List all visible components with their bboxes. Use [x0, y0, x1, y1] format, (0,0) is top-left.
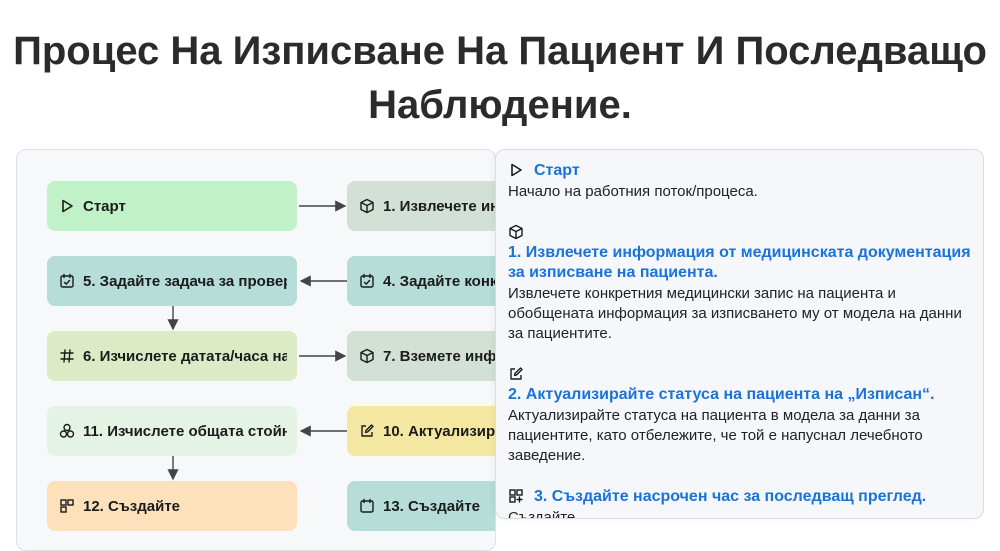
cluster-icon: [59, 423, 75, 439]
step-description: Извлечете конкретния медицински запис на…: [508, 285, 962, 342]
node-6[interactable]: 6. Изчислете датата/часа на прегледа: [47, 331, 297, 381]
play-icon: [508, 161, 524, 179]
node-7[interactable]: 7. Вземете информация: [347, 331, 496, 381]
edit-icon: [508, 365, 524, 383]
step-title: Старт: [534, 162, 580, 179]
calculate-icon: [59, 348, 75, 364]
grid-plus-icon: [508, 487, 524, 505]
step-2: 2. Актуализирайте статуса на пациента на…: [508, 365, 971, 466]
cube-icon: [508, 223, 524, 241]
calendar-check-icon: [359, 498, 375, 514]
node-13[interactable]: 13. Създайте: [347, 481, 495, 531]
node-6-label: 6. Изчислете датата/часа на прегледа: [83, 347, 287, 365]
node-11-label: 11. Изчислете общата стойност: [83, 422, 287, 440]
step-start: Старт Начало на работния поток/процеса.: [508, 161, 971, 202]
step-description: Начало на работния поток/процеса.: [508, 183, 758, 200]
step-description: Създайте: [508, 509, 576, 519]
cube-icon: [359, 348, 375, 364]
node-11[interactable]: 11. Изчислете общата стойност: [47, 406, 297, 456]
flowchart-canvas[interactable]: Старт 1. Извлечете информация от медицин…: [16, 149, 496, 551]
node-5[interactable]: 5. Задайте задача за проверка: [47, 256, 297, 306]
node-4-label: 4. Задайте конкретна дата: [383, 272, 496, 290]
step-3: 3. Създайте насрочен час за последващ пр…: [508, 487, 971, 519]
step-description: Актуализирайте статуса на пациента в мод…: [508, 407, 923, 464]
node-12[interactable]: 12. Създайте: [47, 481, 297, 531]
node-5-label: 5. Задайте задача за проверка: [83, 272, 287, 290]
node-start-label: Старт: [83, 197, 126, 215]
play-icon: [59, 198, 75, 214]
step-details-panel[interactable]: Старт Начало на работния поток/процеса. …: [495, 149, 984, 519]
grid-plus-icon: [59, 498, 75, 514]
cube-icon: [359, 198, 375, 214]
edit-icon: [359, 423, 375, 439]
calendar-check-icon: [359, 273, 375, 289]
step-title: 1. Извлечете информация от медицинската …: [508, 244, 971, 281]
step-title: 3. Създайте насрочен час за последващ пр…: [534, 488, 927, 505]
node-4[interactable]: 4. Задайте конкретна дата: [347, 256, 496, 306]
node-7-label: 7. Вземете информация: [383, 347, 496, 365]
calendar-check-icon: [59, 273, 75, 289]
node-start[interactable]: Старт: [47, 181, 297, 231]
node-12-label: 12. Създайте: [83, 497, 181, 515]
step-1: 1. Извлечете информация от медицинската …: [508, 223, 971, 344]
page-title: Процес На Изписване На Пациент И Последв…: [13, 29, 987, 127]
node-10[interactable]: 10. Актуализирайте: [347, 406, 496, 456]
node-10-label: 10. Актуализирайте: [383, 422, 496, 440]
node-1-label: 1. Извлечете информация от медицинската …: [383, 197, 495, 215]
node-1[interactable]: 1. Извлечете информация от медицинската …: [347, 181, 495, 231]
node-13-label: 13. Създайте: [383, 497, 481, 515]
step-title: 2. Актуализирайте статуса на пациента на…: [508, 386, 935, 403]
